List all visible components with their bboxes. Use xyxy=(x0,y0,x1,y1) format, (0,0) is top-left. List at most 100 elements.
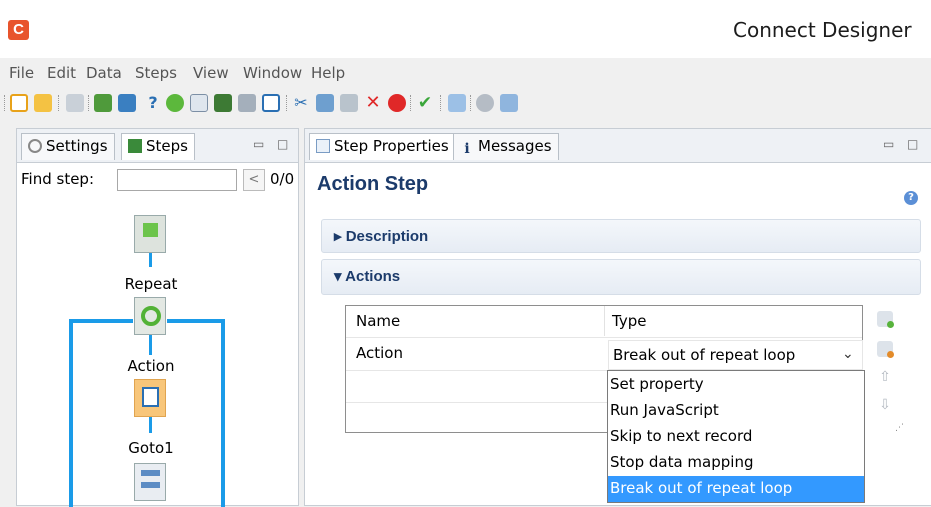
loop-line-right xyxy=(221,319,225,507)
tab-messages[interactable]: i Messages xyxy=(453,133,559,160)
option-skip-to-next-record[interactable]: Skip to next record xyxy=(608,424,864,450)
find-step-input[interactable] xyxy=(117,169,237,191)
toolbar-separator xyxy=(58,95,59,111)
column-header-type: Type xyxy=(612,312,647,330)
condition-icon[interactable]: ? xyxy=(144,94,162,112)
open-folder-icon[interactable] xyxy=(34,94,52,112)
option-set-property[interactable]: Set property xyxy=(608,372,864,398)
menu-help[interactable]: Help xyxy=(311,64,345,82)
help-icon[interactable]: ? xyxy=(904,191,918,205)
menu-view[interactable]: View xyxy=(193,64,229,82)
window-title: Connect Designer xyxy=(733,18,912,42)
tab-messages-label: Messages xyxy=(478,137,552,155)
loop-line-top-right xyxy=(167,319,225,323)
find-prev-button[interactable]: < xyxy=(243,169,265,191)
gear-icon xyxy=(28,139,42,153)
minimize-icon[interactable]: ▭ xyxy=(253,138,265,150)
action-type-select[interactable]: Break out of repeat loop ⌄ xyxy=(608,340,863,370)
tab-step-properties-label: Step Properties xyxy=(334,137,449,155)
find-step-label: Find step: xyxy=(21,170,95,188)
tab-steps[interactable]: Steps xyxy=(121,133,195,160)
option-stop-data-mapping[interactable]: Stop data mapping xyxy=(608,450,864,476)
postprocessor-icon[interactable] xyxy=(214,94,232,112)
stop-icon[interactable] xyxy=(388,94,406,112)
action-icon[interactable] xyxy=(262,94,280,112)
app-logo-icon: C xyxy=(8,20,29,40)
tab-settings-label: Settings xyxy=(46,137,108,155)
extract-icon[interactable] xyxy=(118,94,136,112)
toolbar-separator xyxy=(470,95,471,111)
section-actions-label: ▾ Actions xyxy=(334,268,401,285)
delete-row-icon[interactable] xyxy=(877,341,894,358)
info-icon: i xyxy=(464,141,470,157)
menu-edit[interactable]: Edit xyxy=(47,64,76,82)
save-icon[interactable] xyxy=(66,94,84,112)
option-run-javascript[interactable]: Run JavaScript xyxy=(608,398,864,424)
column-header-name: Name xyxy=(356,312,401,330)
validate-icon[interactable]: ✔ xyxy=(416,94,434,112)
multiple-conditions-icon[interactable] xyxy=(238,94,256,112)
action-type-value: Break out of repeat loop xyxy=(613,346,796,364)
move-down-icon[interactable]: ⇩ xyxy=(877,397,893,413)
toolbar-separator xyxy=(88,95,89,111)
toolbar-separator xyxy=(4,95,5,111)
add-field-icon[interactable] xyxy=(94,94,112,112)
toolbar-separator xyxy=(440,95,441,111)
repeat-icon[interactable] xyxy=(134,297,166,335)
title-bar: C Connect Designer xyxy=(0,0,931,58)
maximize-icon[interactable]: □ xyxy=(907,138,919,150)
connector xyxy=(149,253,152,267)
flag-icon[interactable] xyxy=(134,215,166,253)
menu-steps[interactable]: Steps xyxy=(135,64,177,82)
toolbar: ? ✂ ✕ ✔ xyxy=(0,87,931,125)
left-tab-bar: Settings Steps ▭ □ xyxy=(17,129,298,163)
repeat-icon[interactable] xyxy=(166,94,184,112)
menu-file[interactable]: File xyxy=(9,64,34,82)
resize-grip-icon[interactable]: ⋰ xyxy=(895,424,904,433)
paste-icon[interactable] xyxy=(340,94,358,112)
script-icon[interactable] xyxy=(134,379,166,417)
loop-line-top-left xyxy=(69,319,133,323)
copy-icon[interactable] xyxy=(316,94,334,112)
connector xyxy=(149,335,152,355)
form-title: Action Step xyxy=(317,173,429,195)
tab-step-properties[interactable]: Step Properties xyxy=(309,133,456,160)
add-row-icon[interactable] xyxy=(877,311,894,328)
find-step-row: Find step: < 0/0 xyxy=(17,165,298,193)
section-description-label: ▸ Description xyxy=(334,228,429,245)
step-flow-diagram: Repeat Action Goto1 xyxy=(17,195,298,507)
menu-bar: File Edit Data Steps View Window Help xyxy=(0,60,931,86)
delete-icon[interactable]: ✕ xyxy=(364,94,382,112)
export-icon[interactable] xyxy=(448,94,466,112)
menu-data[interactable]: Data xyxy=(86,64,122,82)
properties-icon xyxy=(316,139,330,153)
move-up-icon[interactable]: ⇧ xyxy=(877,369,893,385)
loop-line-left xyxy=(69,319,73,507)
find-count: 0/0 xyxy=(270,170,295,188)
menu-window[interactable]: Window xyxy=(243,64,302,82)
minimize-icon[interactable]: ▭ xyxy=(883,138,895,150)
step-label-repeat: Repeat xyxy=(101,275,201,293)
tab-settings[interactable]: Settings xyxy=(21,133,115,160)
right-tab-bar: Step Properties i Messages ▭ □ xyxy=(305,129,931,163)
cut-icon[interactable]: ✂ xyxy=(292,94,310,112)
maximize-icon[interactable]: □ xyxy=(277,138,289,150)
goto-icon[interactable] xyxy=(134,463,166,501)
section-description[interactable]: ▸ Description xyxy=(321,219,921,253)
tab-steps-label: Steps xyxy=(146,137,188,155)
step-label-action: Action xyxy=(101,357,201,375)
section-actions[interactable]: ▾ Actions xyxy=(321,259,921,295)
settings-icon[interactable] xyxy=(476,94,494,112)
step-label-goto1: Goto1 xyxy=(101,439,201,457)
goto-icon[interactable] xyxy=(190,94,208,112)
step-properties-panel: Step Properties i Messages ▭ □ Action Ste… xyxy=(304,128,931,506)
option-break-out-of-repeat-loop[interactable]: Break out of repeat loop xyxy=(608,476,864,502)
steps-icon xyxy=(128,139,142,153)
chevron-down-icon[interactable]: ⌄ xyxy=(842,346,854,362)
column-separator xyxy=(604,306,605,336)
row-divider xyxy=(346,337,862,338)
steps-panel: Settings Steps ▭ □ Find step: < 0/0 Repe… xyxy=(16,128,299,507)
new-file-icon[interactable] xyxy=(10,94,28,112)
action-name-cell[interactable]: Action xyxy=(356,344,403,362)
preview-icon[interactable] xyxy=(500,94,518,112)
